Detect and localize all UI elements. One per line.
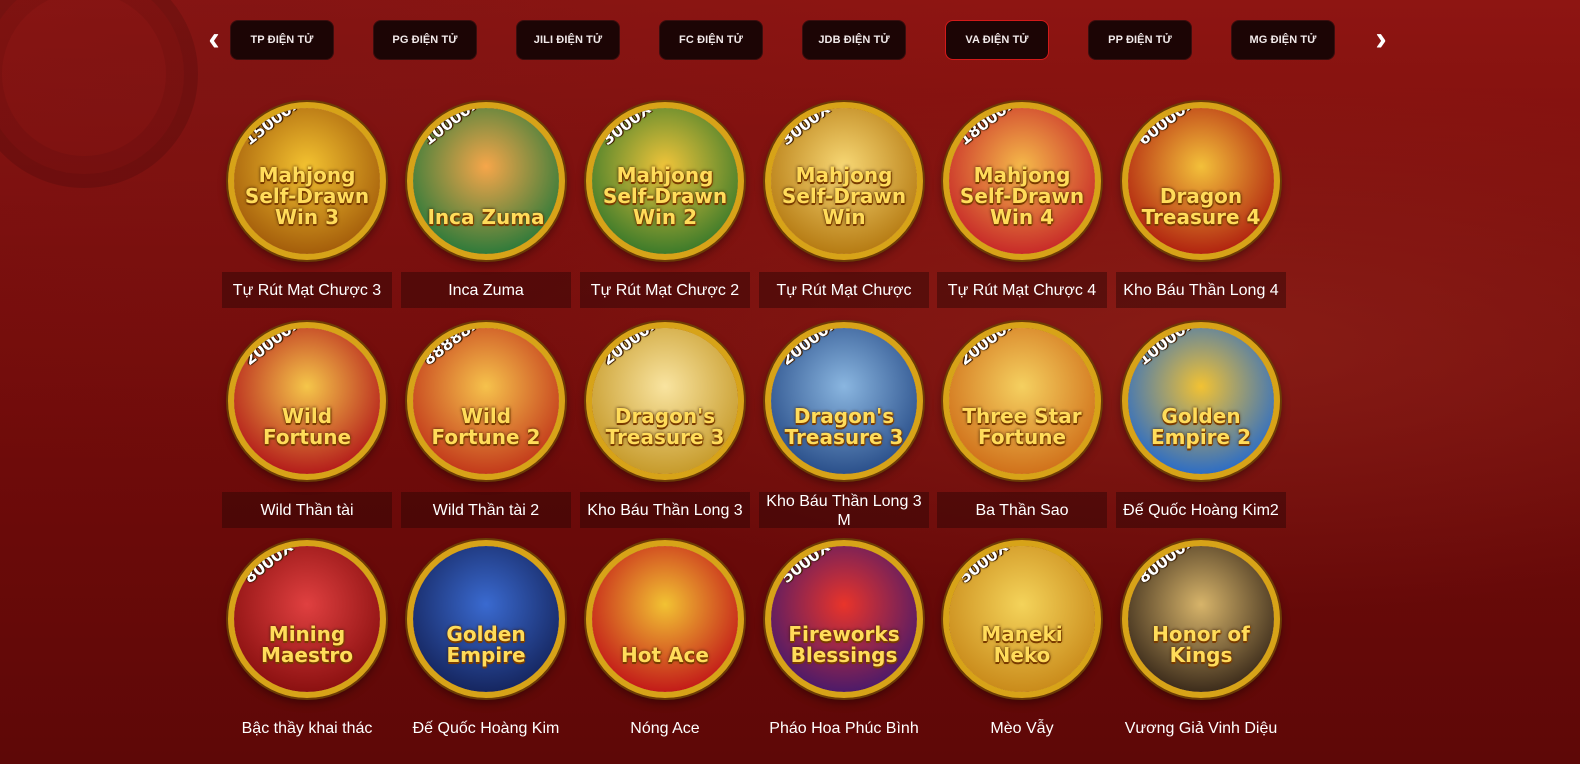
game-logo-text: Mining Maestro xyxy=(260,622,354,667)
game-title[interactable]: Tự Rút Mạt Chược 2 xyxy=(580,272,750,308)
provider-tab[interactable]: FC ĐIỆN TỬ xyxy=(659,20,763,60)
game-title[interactable]: Nóng Ace xyxy=(580,710,750,746)
chevron-right-icon[interactable]: › xyxy=(1367,22,1395,58)
game-card[interactable]: 88888X Wild Fortune 2 Wild Thần tài 2 xyxy=(401,322,571,537)
game-thumbnail[interactable]: 5000X Fireworks Blessings xyxy=(765,540,923,698)
provider-tab[interactable]: MG ĐIỆN TỬ xyxy=(1231,20,1335,60)
game-card[interactable]: 20000X Dragon's Treasure 3 Kho Báu Thần Lo… xyxy=(759,322,929,537)
game-title[interactable]: Inca Zuma xyxy=(401,272,571,308)
game-logo-text: Wild Fortune 2 xyxy=(431,404,541,449)
background-chip-decoration xyxy=(0,0,198,188)
game-thumbnail[interactable]: 10000X Golden Empire 2 xyxy=(1122,322,1280,480)
provider-tab[interactable]: PG ĐIỆN TỬ xyxy=(373,20,477,60)
game-card[interactable]: 5000X Fireworks Blessings Pháo Hoa Phúc Bì… xyxy=(759,540,929,755)
game-logo-text: Golden Empire xyxy=(446,622,526,667)
game-logo-text: Maneki Neko xyxy=(981,622,1063,667)
game-card[interactable]: Hot Ace Nóng Ace xyxy=(580,540,750,755)
game-card[interactable]: 20000X Wild Fortune Wild Thần tài xyxy=(222,322,392,537)
game-card[interactable]: 10000X Inca Zuma Inca Zuma xyxy=(401,102,571,317)
game-card[interactable]: 20000X Dragon's Treasure 3 Kho Báu Thần Lo… xyxy=(580,322,750,537)
game-card[interactable]: 5000X Maneki Neko Mèo Vẫy xyxy=(937,540,1107,755)
game-title[interactable]: Vương Giả Vinh Diệu xyxy=(1116,710,1286,746)
game-thumbnail[interactable]: 20000X Three Star Fortune xyxy=(943,322,1101,480)
game-title[interactable]: Đế Quốc Hoàng Kim2 xyxy=(1116,492,1286,528)
game-thumbnail[interactable]: 15000X Mahjong Self-Drawn Win 3 xyxy=(228,102,386,260)
game-card[interactable]: 8000X Mining Maestro Bậc thầy khai thác xyxy=(222,540,392,755)
game-card[interactable]: 15000X Mahjong Self-Drawn Win 3 Tự Rút Mạt… xyxy=(222,102,392,317)
game-card[interactable]: 80000X Honor of Kings Vương Giả Vinh Diệu xyxy=(1116,540,1286,755)
game-title[interactable]: Tự Rút Mạt Chược xyxy=(759,272,929,308)
game-title[interactable]: Wild Thần tài xyxy=(222,492,392,528)
game-thumbnail[interactable]: 3000X Mahjong Self-Drawn Win 2 xyxy=(586,102,744,260)
game-logo-text: Three Star Fortune xyxy=(962,404,1082,449)
game-title[interactable]: Mèo Vẫy xyxy=(937,710,1107,746)
game-thumbnail[interactable]: 60000X Dragon Treasure 4 xyxy=(1122,102,1280,260)
chevron-left-icon[interactable]: ‹ xyxy=(200,22,228,58)
game-logo-text: Dragon Treasure 4 xyxy=(1141,184,1261,229)
game-card[interactable]: 3000X Mahjong Self-Drawn Win Tự Rút Mạt Ch… xyxy=(759,102,929,317)
game-title[interactable]: Bậc thầy khai thác xyxy=(222,710,392,746)
game-logo-text: Wild Fortune xyxy=(262,404,352,449)
game-logo-text: Mahjong Self-Drawn Win xyxy=(781,163,907,229)
game-thumbnail[interactable]: 8000X Mining Maestro xyxy=(228,540,386,698)
game-title[interactable]: Kho Báu Thần Long 4 xyxy=(1116,272,1286,308)
game-thumbnail[interactable]: 20000X Dragon's Treasure 3 xyxy=(586,322,744,480)
game-thumbnail[interactable]: 5000X Maneki Neko xyxy=(943,540,1101,698)
game-card[interactable]: Golden Empire Đế Quốc Hoàng Kim xyxy=(401,540,571,755)
game-logo-text: Mahjong Self-Drawn Win 2 xyxy=(602,163,728,229)
game-logo-text: Fireworks Blessings xyxy=(788,622,900,667)
game-title[interactable]: Đế Quốc Hoàng Kim xyxy=(401,710,571,746)
game-thumbnail[interactable]: 3000X Mahjong Self-Drawn Win xyxy=(765,102,923,260)
game-title[interactable]: Kho Báu Thần Long 3 xyxy=(580,492,750,528)
game-thumbnail[interactable]: 80000X Honor of Kings xyxy=(1122,540,1280,698)
game-thumbnail[interactable]: 10000X Inca Zuma xyxy=(407,102,565,260)
game-logo-text: Honor of Kings xyxy=(1152,622,1250,667)
game-artwork xyxy=(413,546,559,692)
game-logo-text: Dragon's Treasure 3 xyxy=(784,404,904,449)
game-title[interactable]: Ba Thần Sao xyxy=(937,492,1107,528)
game-thumbnail[interactable]: 20000X Wild Fortune xyxy=(228,322,386,480)
game-logo-text: Hot Ace xyxy=(621,643,709,667)
game-logo-text: Inca Zuma xyxy=(427,205,545,229)
provider-tab[interactable]: JDB ĐIỆN TỬ xyxy=(802,20,906,60)
game-title[interactable]: Wild Thần tài 2 xyxy=(401,492,571,528)
provider-tab-bar: ‹ TP ĐIỆN TỬ PG ĐIỆN TỬ JILI ĐIỆN TỬ FC ĐIỆ… xyxy=(200,18,1395,64)
game-card[interactable]: 20000X Three Star Fortune Ba Thần Sao xyxy=(937,322,1107,537)
game-artwork xyxy=(592,546,738,692)
game-card[interactable]: 18000X Mahjong Self-Drawn Win 4 Tự Rút Mạt… xyxy=(937,102,1107,317)
game-logo-text: Mahjong Self-Drawn Win 4 xyxy=(959,163,1085,229)
game-title[interactable]: Kho Báu Thần Long 3 M xyxy=(759,492,929,529)
game-logo-text: Golden Empire 2 xyxy=(1151,404,1251,449)
game-thumbnail[interactable]: 88888X Wild Fortune 2 xyxy=(407,322,565,480)
provider-tab[interactable]: TP ĐIỆN TỬ xyxy=(230,20,334,60)
game-title[interactable]: Tự Rút Mạt Chược 3 xyxy=(222,272,392,308)
game-title[interactable]: Pháo Hoa Phúc Bình xyxy=(759,710,929,746)
game-logo-text: Dragon's Treasure 3 xyxy=(605,404,725,449)
game-card[interactable]: 60000X Dragon Treasure 4 Kho Báu Thần Long… xyxy=(1116,102,1286,317)
game-thumbnail[interactable]: 18000X Mahjong Self-Drawn Win 4 xyxy=(943,102,1101,260)
provider-tab[interactable]: VA ĐIỆN TỬ xyxy=(945,20,1049,60)
game-logo-text: Mahjong Self-Drawn Win 3 xyxy=(244,163,370,229)
provider-tab[interactable]: JILI ĐIỆN TỬ xyxy=(516,20,620,60)
game-card[interactable]: 3000X Mahjong Self-Drawn Win 2 Tự Rút Mạt … xyxy=(580,102,750,317)
game-card[interactable]: 10000X Golden Empire 2 Đế Quốc Hoàng Kim2 xyxy=(1116,322,1286,537)
game-thumbnail[interactable]: 20000X Dragon's Treasure 3 xyxy=(765,322,923,480)
game-thumbnail[interactable]: Hot Ace xyxy=(586,540,744,698)
game-title[interactable]: Tự Rút Mạt Chược 4 xyxy=(937,272,1107,308)
game-thumbnail[interactable]: Golden Empire xyxy=(407,540,565,698)
provider-tab[interactable]: PP ĐIỆN TỬ xyxy=(1088,20,1192,60)
